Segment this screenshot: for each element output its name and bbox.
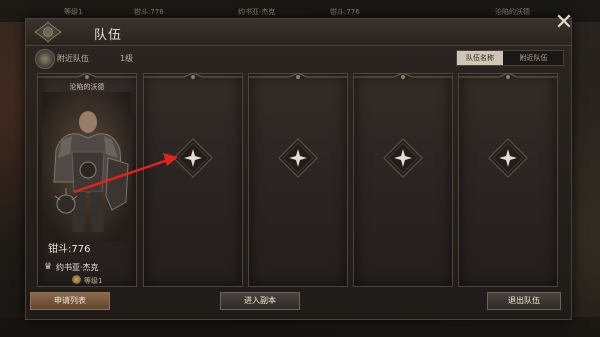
close-button[interactable]: ✕	[553, 12, 575, 34]
leave-team-button[interactable]: 退出队伍	[487, 292, 561, 310]
team-info-row: 附近队伍 1级 队伍名称 附近队伍	[26, 47, 571, 69]
background-hud-bottom	[0, 317, 600, 337]
add-member-icon[interactable]	[488, 138, 528, 178]
nearby-team-label: 附近队伍	[57, 54, 89, 63]
team-crest-icon	[35, 49, 55, 69]
tab-team-name[interactable]: 队伍名称	[457, 51, 503, 65]
hud-level: 等级1	[64, 8, 83, 16]
hud-player-name: 约书亚·杰克	[238, 8, 276, 16]
empty-member-slot-2[interactable]	[143, 73, 243, 287]
add-member-icon[interactable]	[383, 138, 423, 178]
slot-ornament	[459, 73, 557, 79]
title-bar: 队伍	[26, 19, 571, 46]
hud-gear-score: 钳斗:776	[134, 8, 164, 16]
add-member-icon[interactable]	[278, 138, 318, 178]
hud-zone-name: 沦陷的沃德	[495, 8, 530, 16]
character-portrait	[42, 92, 132, 242]
team-panel: 队伍 附近队伍 1级 队伍名称 附近队伍 沦陷的沃德 钳斗:776 ♛ 约书亚·…	[25, 18, 572, 320]
page-title: 队伍	[94, 28, 123, 43]
slot-ornament	[144, 73, 242, 79]
member-zone-label: 沦陷的沃德	[69, 83, 105, 91]
empty-member-slot-3[interactable]	[248, 73, 348, 287]
slot-ornament	[354, 73, 452, 79]
empty-member-slot-4[interactable]	[353, 73, 453, 287]
member-slot-1[interactable]: 沦陷的沃德 钳斗:776 ♛ 约书亚·杰克 等级1	[37, 73, 137, 287]
slot-ornament	[249, 73, 347, 79]
member-level: 等级1	[84, 277, 103, 285]
tab-group: 队伍名称 附近队伍	[456, 50, 564, 66]
apply-list-button[interactable]: 申请列表	[30, 292, 110, 310]
member-name: 约书亚·杰克	[56, 263, 99, 272]
enter-dungeon-button[interactable]: 进入副本	[220, 292, 300, 310]
leader-crown-icon: ♛	[44, 262, 53, 272]
empty-member-slot-5[interactable]	[458, 73, 558, 287]
level-badge-icon	[72, 275, 81, 284]
hud-gear-score-2: 钳斗:776	[330, 8, 360, 16]
slot-ornament	[38, 73, 136, 79]
tab-nearby-teams[interactable]: 附近队伍	[504, 51, 563, 65]
team-level: 1级	[120, 54, 134, 63]
gear-score: 钳斗:776	[48, 244, 91, 255]
team-emblem-icon	[34, 21, 62, 43]
add-member-icon[interactable]	[173, 138, 213, 178]
